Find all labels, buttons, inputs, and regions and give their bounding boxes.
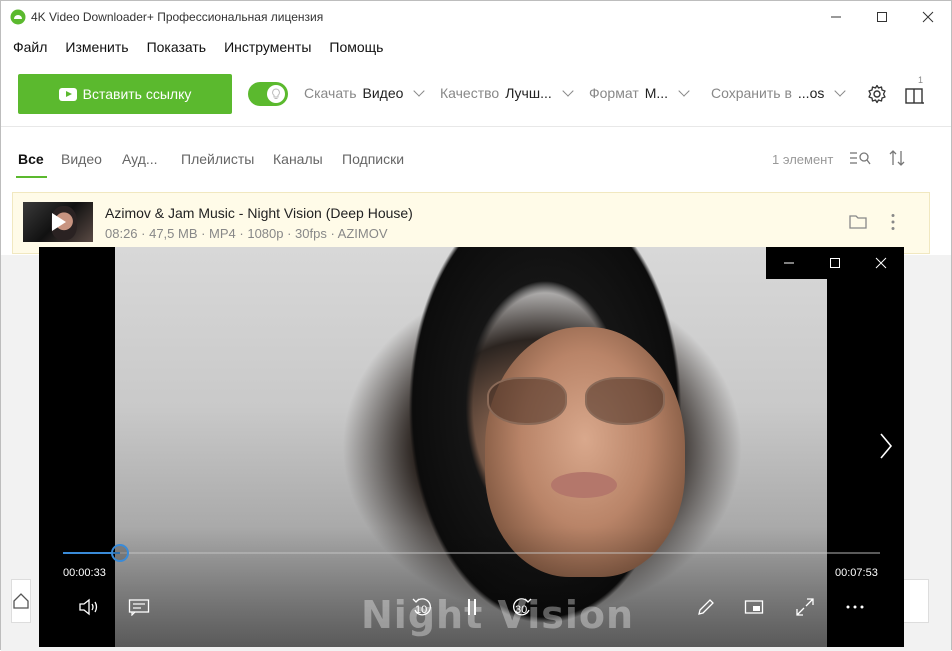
subtitles-button[interactable] [127, 595, 151, 619]
close-icon [875, 257, 887, 269]
tab-all[interactable]: Все [18, 151, 44, 167]
player-minimize-button[interactable] [766, 247, 812, 279]
home-icon [13, 593, 29, 609]
download-type-dropdown[interactable]: Скачать Видео [304, 84, 426, 101]
video-caption-text: Night Vision [361, 593, 635, 637]
app-logo-icon [10, 9, 26, 25]
menu-view[interactable]: Показать [138, 34, 216, 61]
maximize-icon [830, 258, 840, 268]
maximize-icon [877, 11, 887, 22]
next-video-icon[interactable] [879, 432, 893, 460]
more-horizontal-icon [846, 605, 864, 609]
volume-icon [79, 598, 98, 616]
item-title: Azimov & Jam Music - Night Vision (Deep … [105, 205, 413, 221]
skip-back-button[interactable]: 10 [409, 595, 435, 619]
player-maximize-button[interactable] [812, 247, 858, 279]
toolbar: Вставить ссылку Скачать Видео Качество Л… [1, 63, 951, 127]
player-window-controls [766, 247, 904, 279]
subtitles-icon [128, 599, 150, 616]
active-tab-indicator [16, 176, 47, 178]
save-to-label: Сохранить в [711, 85, 792, 101]
items-count: 1 элемент [772, 152, 834, 167]
more-options-button[interactable] [843, 595, 867, 619]
paste-link-button[interactable]: Вставить ссылку [18, 74, 232, 114]
pencil-icon [698, 599, 714, 615]
menu-help[interactable]: Помощь [320, 34, 392, 61]
menu-tools[interactable]: Инструменты [215, 34, 320, 61]
list-item[interactable]: Azimov & Jam Music - Night Vision (Deep … [12, 192, 930, 254]
download-type-value: Видео [362, 85, 404, 101]
play-icon [52, 213, 66, 231]
quality-value: Лучш... [505, 85, 552, 101]
format-label: Формат [589, 85, 639, 101]
skip-forward-seconds: 30 [515, 604, 528, 616]
download-type-label: Скачать [304, 85, 357, 101]
video-glasses-left [487, 377, 567, 425]
chevron-down-icon [562, 84, 574, 97]
video-glasses-right [585, 377, 665, 425]
search-list-icon[interactable] [849, 150, 871, 166]
video-thumbnail[interactable] [23, 202, 93, 242]
tab-subscriptions[interactable]: Подписки [342, 151, 404, 167]
close-icon [922, 11, 934, 22]
youtube-icon [58, 87, 77, 101]
total-time: 00:07:53 [835, 567, 878, 579]
skip-forward-button[interactable]: 30 [509, 595, 535, 619]
smart-mode-toggle[interactable] [248, 82, 288, 106]
picture-in-picture-button[interactable] [742, 595, 766, 619]
current-time: 00:00:33 [63, 567, 106, 579]
volume-button[interactable] [77, 595, 101, 619]
filter-tabs: Все Видео Ауд... Плейлисты Каналы Подпис… [1, 141, 951, 179]
chevron-down-icon [834, 84, 847, 97]
tab-audio[interactable]: Ауд... [122, 151, 158, 167]
picture-in-picture-icon [744, 600, 764, 614]
video-player[interactable]: Night Vision 00:00:33 00:07:53 10 30 [39, 247, 904, 647]
title-bar: 4K Video Downloader+ Профессиональная ли… [1, 1, 951, 33]
expand-icon [796, 598, 814, 616]
fullscreen-button[interactable] [793, 595, 817, 619]
tab-channels[interactable]: Каналы [273, 151, 323, 167]
seek-bar[interactable] [63, 544, 880, 562]
maximize-button[interactable] [859, 1, 905, 32]
minimize-icon [831, 16, 841, 17]
player-close-button[interactable] [858, 247, 904, 279]
skip-back-seconds: 10 [415, 604, 428, 616]
chevron-down-icon [678, 84, 690, 97]
minimize-button[interactable] [813, 1, 859, 32]
video-lips-shape [551, 472, 617, 498]
menu-file[interactable]: Файл [4, 34, 56, 61]
paste-link-label: Вставить ссылку [82, 86, 192, 102]
format-value: M... [644, 85, 669, 101]
chevron-down-icon [413, 84, 426, 97]
quality-dropdown[interactable]: Качество Лучш... [440, 84, 574, 101]
folder-icon[interactable] [849, 214, 867, 229]
quality-label: Качество [440, 85, 500, 101]
home-button[interactable] [11, 579, 31, 623]
sort-icon[interactable] [888, 149, 906, 167]
pause-button[interactable] [464, 595, 480, 619]
notifications-icon[interactable] [903, 77, 927, 109]
more-options-icon[interactable] [891, 213, 895, 231]
tab-video[interactable]: Видео [61, 151, 102, 167]
pause-icon [468, 599, 476, 615]
close-button[interactable] [905, 1, 951, 32]
app-window: 4K Video Downloader+ Профессиональная ли… [0, 0, 952, 651]
minimize-icon [784, 262, 794, 264]
item-meta: 08:26 · 47,5 MB · MP4 · 1080p · 30fps · … [105, 226, 388, 241]
window-title: 4K Video Downloader+ Профессиональная ли… [31, 10, 324, 24]
save-to-value: ...os [797, 85, 825, 101]
save-to-dropdown[interactable]: Сохранить в ...os [711, 84, 847, 101]
menu-edit[interactable]: Изменить [56, 34, 137, 61]
format-dropdown[interactable]: Формат M... [589, 84, 690, 101]
menu-bar: Файл Изменить Показать Инструменты Помощ… [1, 34, 951, 61]
settings-gear-icon[interactable] [867, 84, 887, 104]
edit-button[interactable] [694, 595, 718, 619]
side-panel-stub [903, 579, 929, 623]
tab-playlists[interactable]: Плейлисты [181, 151, 254, 167]
bulb-icon [267, 85, 285, 103]
